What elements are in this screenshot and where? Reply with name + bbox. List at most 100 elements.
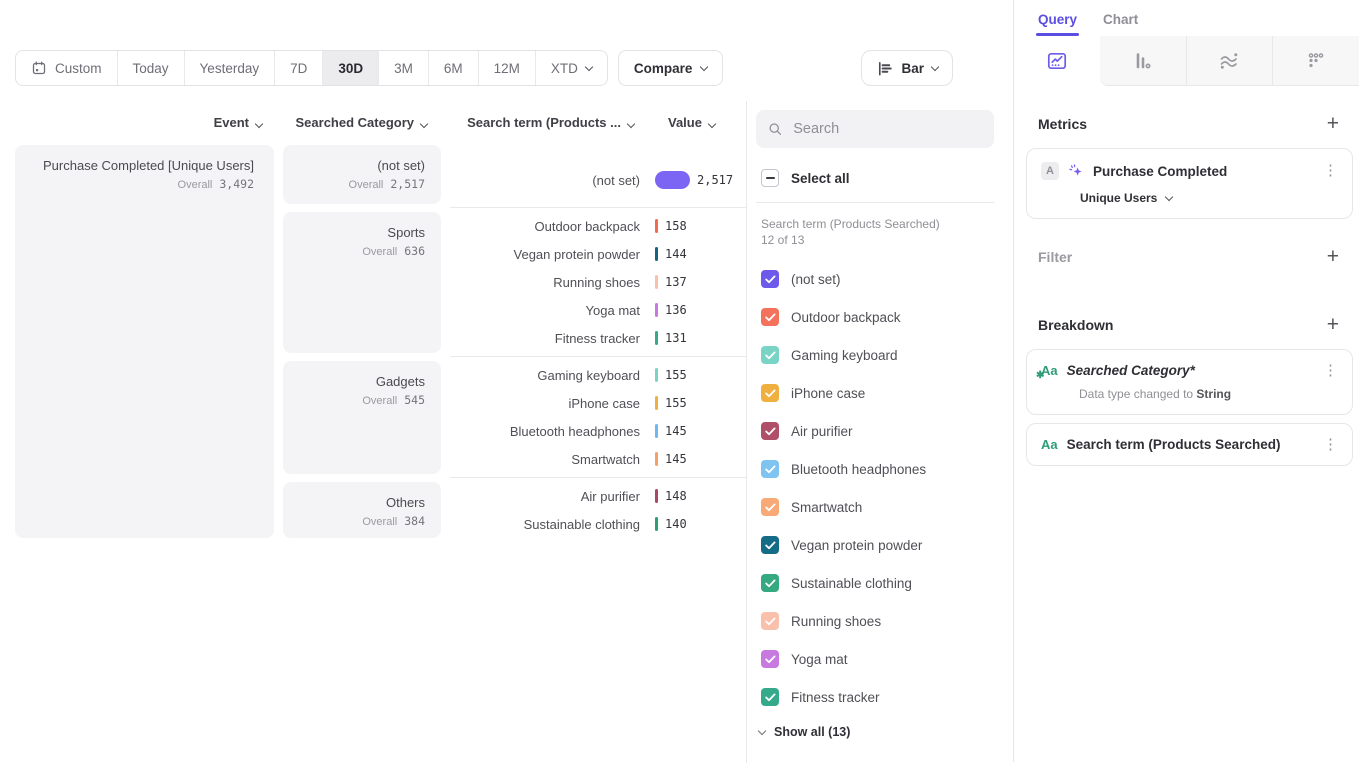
legend-item[interactable]: Gaming keyboard: [756, 336, 994, 374]
legend-search[interactable]: [756, 110, 994, 148]
term-row[interactable]: Yoga mat 136: [450, 296, 746, 324]
chevron-down-icon: [700, 62, 708, 70]
metric-card[interactable]: A Purchase Completed ⋮ Unique Users: [1026, 148, 1353, 219]
kebab-menu-icon[interactable]: ⋮: [1323, 440, 1338, 450]
date-range-7d[interactable]: 7D: [275, 51, 323, 85]
term-row[interactable]: Bluetooth headphones 145: [450, 417, 746, 445]
checkbox-checked[interactable]: [761, 574, 779, 592]
checkbox-checked[interactable]: [761, 650, 779, 668]
value-bar[interactable]: [655, 517, 658, 531]
tab-flows[interactable]: [1186, 36, 1273, 86]
breakdown-card-search-term[interactable]: Aa Search term (Products Searched) ⋮: [1026, 423, 1353, 466]
value-bar[interactable]: [655, 368, 658, 382]
checkbox-checked[interactable]: [761, 498, 779, 516]
funnels-icon: [1131, 49, 1155, 73]
value-bar[interactable]: [655, 331, 658, 345]
category-overall-value: 545: [404, 393, 425, 407]
term-row[interactable]: Sustainable clothing 140: [450, 510, 746, 538]
legend-item[interactable]: Yoga mat: [756, 640, 994, 678]
legend-item[interactable]: Running shoes: [756, 602, 994, 640]
term-row[interactable]: iPhone case 155: [450, 389, 746, 417]
select-all-row[interactable]: Select all: [761, 169, 994, 187]
compare-button[interactable]: Compare: [618, 50, 724, 86]
checkbox-checked[interactable]: [761, 270, 779, 288]
tab-query[interactable]: Query: [1038, 12, 1077, 36]
legend-item[interactable]: Sustainable clothing: [756, 564, 994, 602]
date-range-yesterday[interactable]: Yesterday: [185, 51, 276, 85]
category-overall: Overall636: [283, 244, 425, 258]
checkbox-checked[interactable]: [761, 688, 779, 706]
category-groups: (not set) Overall2,517 (not set) 2,517 S…: [283, 141, 746, 542]
value-bar[interactable]: [655, 219, 658, 233]
legend-item[interactable]: Air purifier: [756, 412, 994, 450]
column-header-event[interactable]: Event: [15, 115, 274, 130]
search-input[interactable]: [791, 120, 982, 138]
series-letter-badge: A: [1041, 162, 1059, 180]
term-row[interactable]: Fitness tracker 131: [450, 324, 746, 352]
value-bar[interactable]: [655, 452, 658, 466]
legend-item[interactable]: Bluetooth headphones: [756, 450, 994, 488]
metric-row: A Purchase Completed ⋮: [1041, 162, 1338, 180]
term-row[interactable]: Air purifier 148: [450, 482, 746, 510]
category-cell[interactable]: Sports Overall636: [283, 212, 441, 353]
term-row[interactable]: Vegan protein powder 144: [450, 240, 746, 268]
term-row[interactable]: Outdoor backpack 158: [450, 212, 746, 240]
checkbox-checked[interactable]: [761, 384, 779, 402]
legend-item[interactable]: Smartwatch: [756, 488, 994, 526]
legend-item[interactable]: Vegan protein powder: [756, 526, 994, 564]
column-header-search-term[interactable]: Search term (Products ...: [450, 115, 634, 130]
date-range-6m[interactable]: 6M: [429, 51, 479, 85]
category-cell[interactable]: (not set) Overall2,517: [283, 145, 441, 204]
category-cell[interactable]: Gadgets Overall545: [283, 361, 441, 474]
chevron-down-icon: [1165, 192, 1173, 200]
column-header-value[interactable]: Value: [668, 115, 715, 130]
tab-funnels[interactable]: [1100, 36, 1186, 86]
column-header-searched-category[interactable]: Searched Category: [283, 115, 441, 130]
term-row[interactable]: Gaming keyboard 155: [450, 361, 746, 389]
add-breakdown-button[interactable]: +: [1327, 317, 1339, 333]
term-row[interactable]: (not set) 2,517: [450, 166, 746, 194]
value-bar[interactable]: [655, 247, 658, 261]
tab-chart[interactable]: Chart: [1103, 12, 1138, 36]
date-range-today[interactable]: Today: [118, 51, 185, 85]
tab-insights[interactable]: [1014, 36, 1100, 86]
legend-item-label: Gaming keyboard: [791, 348, 898, 363]
value-bar[interactable]: [655, 303, 658, 317]
measure-selector[interactable]: Unique Users: [1080, 191, 1338, 205]
term-row[interactable]: Smartwatch 145: [450, 445, 746, 473]
value-bar[interactable]: [655, 489, 658, 503]
checkbox-checked[interactable]: [761, 346, 779, 364]
date-range-12m[interactable]: 12M: [479, 51, 536, 85]
legend-item[interactable]: iPhone case: [756, 374, 994, 412]
tab-retention[interactable]: [1272, 36, 1359, 86]
checkbox-checked[interactable]: [761, 460, 779, 478]
checkbox-indeterminate[interactable]: [761, 169, 779, 187]
add-metric-button[interactable]: +: [1327, 116, 1339, 132]
legend-item[interactable]: Fitness tracker: [756, 678, 994, 716]
value-bar[interactable]: [655, 171, 690, 189]
date-range-xtd[interactable]: XTD: [536, 51, 607, 85]
kebab-menu-icon[interactable]: ⋮: [1323, 366, 1338, 376]
date-range-3m[interactable]: 3M: [379, 51, 429, 85]
checkbox-checked[interactable]: [761, 612, 779, 630]
value-bar[interactable]: [655, 396, 658, 410]
breakdown-card-searched-category[interactable]: Aa✱ Searched Category* ⋮ Data type chang…: [1026, 349, 1353, 415]
value-bar[interactable]: [655, 424, 658, 438]
date-range-30d[interactable]: 30D: [323, 51, 379, 85]
date-range-custom[interactable]: Custom: [16, 51, 118, 85]
chart-type-button[interactable]: Bar: [861, 50, 953, 86]
modified-asterisk-icon: ✱: [1036, 369, 1044, 383]
event-cell[interactable]: Purchase Completed [Unique Users] Overal…: [15, 145, 274, 538]
add-filter-button[interactable]: +: [1327, 249, 1339, 265]
legend-item[interactable]: (not set): [756, 260, 994, 298]
checkbox-checked[interactable]: [761, 536, 779, 554]
legend-item-label: Sustainable clothing: [791, 576, 912, 591]
checkbox-checked[interactable]: [761, 308, 779, 326]
term-row[interactable]: Running shoes 137: [450, 268, 746, 296]
value-bar[interactable]: [655, 275, 658, 289]
show-all-button[interactable]: Show all (13): [756, 725, 994, 739]
category-cell[interactable]: Others Overall384: [283, 482, 441, 538]
checkbox-checked[interactable]: [761, 422, 779, 440]
kebab-menu-icon[interactable]: ⋮: [1323, 166, 1338, 176]
legend-item[interactable]: Outdoor backpack: [756, 298, 994, 336]
